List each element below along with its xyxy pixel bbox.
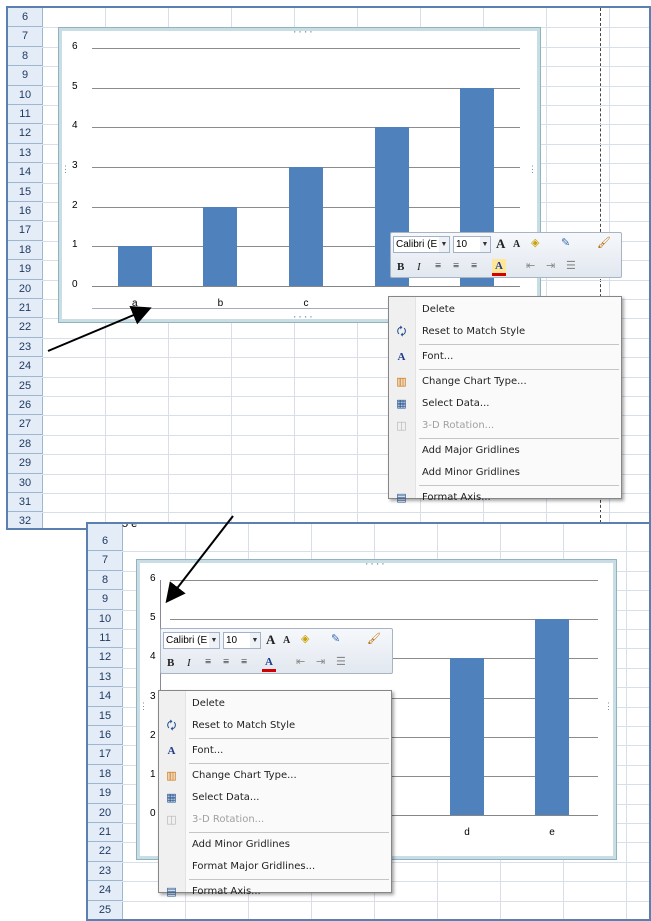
arrow-line-bottom [165, 515, 234, 604]
annotation-arrow-top [47, 305, 234, 604]
arrow-line-top [47, 305, 152, 352]
